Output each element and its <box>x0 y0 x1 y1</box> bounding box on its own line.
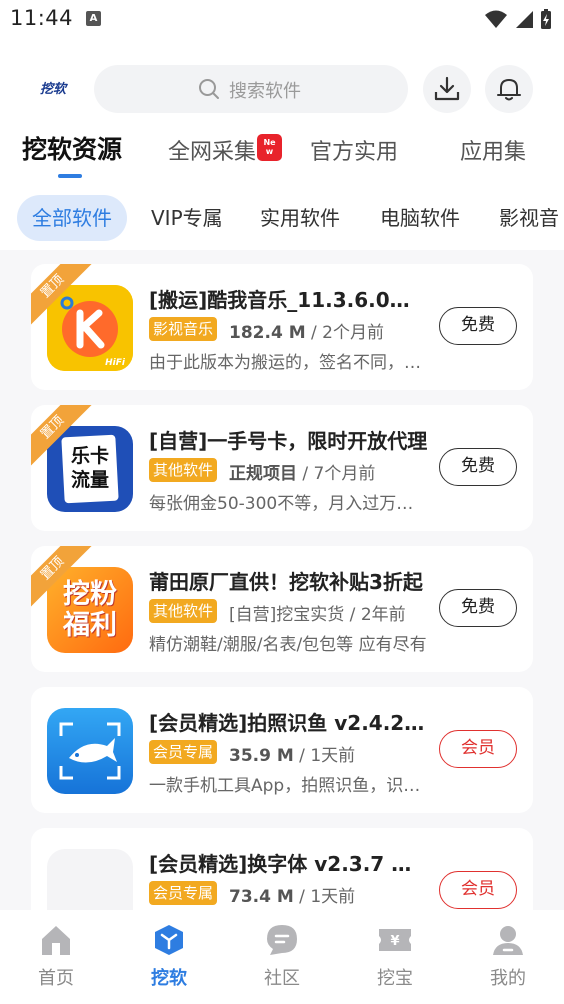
bottom-nav: 首页 挖软 社区 ¥ 挖宝 我的 <box>0 910 564 1004</box>
app-meta: 正规项目 / 7个月前 <box>229 464 376 484</box>
app-description: 每张佣金50-300不等，月入过万不是梦 <box>149 494 429 514</box>
tab-wariruan-resources[interactable]: 挖软资源 <box>22 130 122 166</box>
download-icon <box>434 76 460 101</box>
tab-web-collection[interactable]: 全网采集 <box>168 134 256 166</box>
vip-button[interactable]: 会员 <box>439 871 517 909</box>
chat-icon <box>267 925 297 955</box>
notification-icon: A <box>86 11 101 26</box>
download-button[interactable] <box>423 65 471 113</box>
app-size: [自营]挖宝实货 <box>229 605 345 625</box>
signal-icon <box>516 11 533 28</box>
status-icons <box>484 8 552 30</box>
app-title: [自营]一手号卡，限时开放代理 <box>149 429 428 453</box>
category-tabs: 挖软资源 全网采集 Ne w 官方实用 应用集 <box>0 130 564 180</box>
search-bar[interactable]: 搜索软件 <box>94 65 408 113</box>
app-category-tag: 其他软件 <box>149 599 218 623</box>
free-button[interactable]: 免费 <box>439 307 517 345</box>
list-item[interactable]: 挖粉福利 置顶 莆田原厂直供！挖软补贴3折起 其他软件 [自营]挖宝实货 / 2… <box>31 546 533 672</box>
free-button[interactable]: 免费 <box>439 448 517 486</box>
app-time: 2年前 <box>360 605 406 625</box>
ticket-icon: ¥ <box>379 929 411 951</box>
list-item[interactable]: 乐卡流量 置顶 [自营]一手号卡，限时开放代理 其他软件 正规项目 / 7个月前… <box>31 405 533 531</box>
svg-text:¥: ¥ <box>390 934 399 949</box>
app-meta: 35.9 M / 1天前 <box>229 746 356 766</box>
nav-label: 挖软 <box>151 968 187 989</box>
status-time: 11:44 <box>10 6 74 30</box>
app-size: 正规项目 <box>229 464 297 484</box>
nav-treasure[interactable]: ¥ 挖宝 <box>355 922 435 990</box>
pinned-ribbon: 置顶 <box>31 264 101 334</box>
app-description: 一款手机工具App，拍照识鱼，识别鱼类 <box>149 776 429 796</box>
app-icon-font <box>47 849 133 910</box>
app-category-tag: 影视音乐 <box>149 317 218 341</box>
chip-utility-software[interactable]: 实用软件 <box>260 195 340 241</box>
app-time: 1天前 <box>310 887 356 907</box>
app-category-tag: 会员专属 <box>149 740 218 764</box>
app-time: 1天前 <box>310 746 356 766</box>
nav-label: 我的 <box>490 968 526 989</box>
app-category-tag: 会员专属 <box>149 881 218 905</box>
nav-home[interactable]: 首页 <box>16 922 96 990</box>
app-title: [搬运]酷我音乐_11.3.6.0修改版 <box>149 288 429 312</box>
vip-button[interactable]: 会员 <box>439 730 517 768</box>
search-placeholder: 搜索软件 <box>229 81 301 102</box>
nav-wariruan[interactable]: 挖软 <box>129 922 209 990</box>
new-badge: Ne w <box>257 134 282 161</box>
app-meta: 73.4 M / 1天前 <box>229 887 356 907</box>
home-icon <box>42 926 70 955</box>
app-size: 35.9 M <box>229 746 294 766</box>
free-button[interactable]: 免费 <box>439 589 517 627</box>
wifi-icon <box>485 10 507 28</box>
app-size: 182.4 M <box>229 323 306 343</box>
pinned-ribbon: 置顶 <box>31 405 101 475</box>
cube-icon <box>155 925 183 955</box>
notifications-button[interactable] <box>485 65 533 113</box>
app-logo[interactable]: 挖软 <box>40 78 70 97</box>
bell-icon <box>497 79 521 101</box>
app-size: 73.4 M <box>229 887 294 907</box>
app-time: 2个月前 <box>322 323 384 343</box>
filter-chips: 全部软件 VIP专属 实用软件 电脑软件 影视音 <box>0 195 564 241</box>
tab-app-collection[interactable]: 应用集 <box>460 134 526 166</box>
app-description: 由于此版本为搬运的，签名不同，需要卸载 <box>149 353 429 373</box>
app-meta: [自营]挖宝实货 / 2年前 <box>229 605 406 625</box>
app-title: [会员精选]拍照识鱼 v2.4.2 解锁版 <box>149 711 429 735</box>
app-icon-fish <box>47 708 133 794</box>
app-category-tag: 其他软件 <box>149 458 218 482</box>
list-item[interactable]: HiFi 置顶 [搬运]酷我音乐_11.3.6.0修改版 影视音乐 182.4 … <box>31 264 533 390</box>
chip-all-software[interactable]: 全部软件 <box>17 195 127 241</box>
app-title: [会员精选]换字体 v2.3.7 解锁版 <box>149 852 429 876</box>
battery-icon <box>541 9 551 29</box>
status-bar: 11:44 A <box>0 0 564 40</box>
app-list: HiFi 置顶 [搬运]酷我音乐_11.3.6.0修改版 影视音乐 182.4 … <box>0 250 564 910</box>
nav-label: 首页 <box>38 968 74 989</box>
nav-label: 社区 <box>264 968 300 989</box>
chip-vip-exclusive[interactable]: VIP专属 <box>151 195 223 241</box>
list-item[interactable]: [会员精选]换字体 v2.3.7 解锁版 会员专属 73.4 M / 1天前 会… <box>31 828 533 910</box>
chip-media[interactable]: 影视音 <box>499 195 559 241</box>
header: 挖软 搜索软件 挖软资源 全网采集 Ne w 官方实用 应用集 全部软件 VIP专… <box>0 40 564 250</box>
nav-profile[interactable]: 我的 <box>468 922 548 990</box>
pinned-ribbon: 置顶 <box>31 546 101 616</box>
app-description: 精仿潮鞋/潮服/名表/包包等 应有尽有 <box>149 635 427 655</box>
chip-pc-software[interactable]: 电脑软件 <box>380 195 460 241</box>
active-tab-indicator <box>58 174 82 178</box>
hifi-label: HiFi <box>105 358 125 368</box>
app-title: 莆田原厂直供！挖软补贴3折起 <box>149 570 423 594</box>
tab-official-utilities[interactable]: 官方实用 <box>310 134 398 166</box>
nav-community[interactable]: 社区 <box>242 922 322 990</box>
search-icon <box>199 79 219 99</box>
user-icon <box>493 926 523 955</box>
nav-label: 挖宝 <box>377 968 413 989</box>
app-time: 7个月前 <box>313 464 376 484</box>
app-meta: 182.4 M / 2个月前 <box>229 323 384 343</box>
list-item[interactable]: [会员精选]拍照识鱼 v2.4.2 解锁版 会员专属 35.9 M / 1天前 … <box>31 687 533 813</box>
